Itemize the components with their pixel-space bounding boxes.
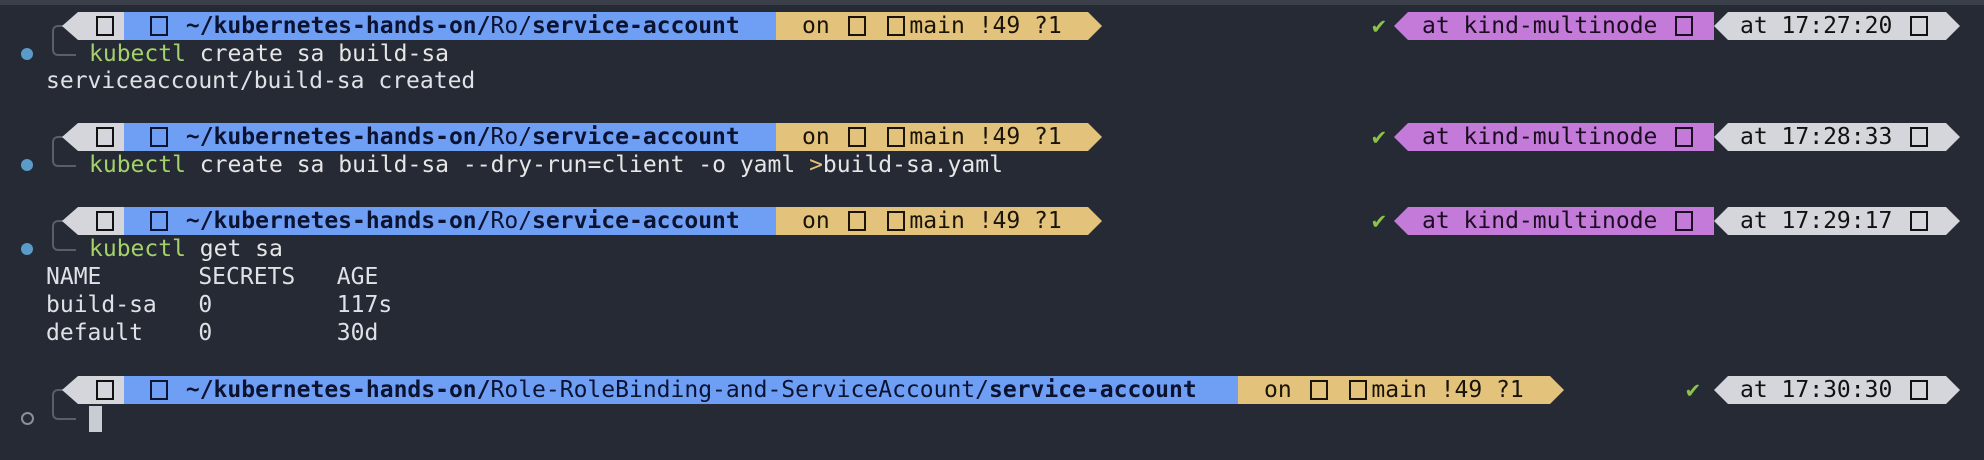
- branch-icon: [887, 211, 906, 231]
- git-arrow: [1550, 376, 1564, 404]
- time-cap: [1714, 376, 1728, 404]
- window-top-border: [0, 0, 1984, 5]
- os-segment-cap: [62, 123, 78, 151]
- os-segment: [78, 12, 124, 40]
- apple-icon: [96, 16, 114, 36]
- command-line-1: kubectl create sa build-sa: [0, 40, 1984, 70]
- prompt-connector: [52, 404, 76, 420]
- path-segment: ~/kubernetes-hands-on/Role-RoleBinding-a…: [124, 376, 1238, 404]
- command-line-2: kubectl create sa build-sa --dry-run=cli…: [0, 151, 1984, 181]
- path-segment: ~/kubernetes-hands-on/Ro/service-account: [124, 123, 776, 151]
- github-icon: [1309, 380, 1328, 400]
- status-ok-icon: ✔: [1686, 377, 1700, 403]
- git-arrow: [1088, 123, 1102, 151]
- kubernetes-icon: [1675, 127, 1694, 147]
- prompt-line-4: ~/kubernetes-hands-on/Role-RoleBinding-a…: [0, 376, 1984, 413]
- clock-icon: [1910, 16, 1929, 36]
- github-icon: [847, 127, 866, 147]
- home-folder-icon: [150, 127, 168, 147]
- table-header: NAME SECRETS AGE: [46, 264, 379, 290]
- kubernetes-icon: [1675, 16, 1694, 36]
- command-line-3: kubectl get sa: [0, 235, 1984, 265]
- prompt-marker-dot: [21, 159, 33, 171]
- git-arrow: [1088, 207, 1102, 235]
- table-row: default 0 30d: [46, 320, 379, 346]
- git-arrow: [1088, 12, 1102, 40]
- os-segment-cap: [62, 207, 78, 235]
- time-segment: at 17:29:17: [1728, 207, 1946, 235]
- table-row: build-sa 0 117s: [46, 292, 393, 318]
- git-segment: on main !49 ?1: [776, 12, 1088, 40]
- kubernetes-icon: [1675, 211, 1694, 231]
- status-ok-icon: ✔: [1372, 124, 1386, 150]
- status-ok-icon: ✔: [1372, 13, 1386, 39]
- branch-icon: [1349, 380, 1368, 400]
- time-cap: [1714, 12, 1728, 40]
- github-icon: [847, 211, 866, 231]
- context-cap: [1394, 123, 1408, 151]
- prompt-marker-dot: [21, 48, 33, 60]
- prompt-line-1: ~/kubernetes-hands-on/Ro/service-account…: [0, 12, 1984, 49]
- time-cap: [1714, 207, 1728, 235]
- os-segment-cap: [62, 376, 78, 404]
- os-segment: [78, 123, 124, 151]
- time-segment: at 17:27:20: [1728, 12, 1946, 40]
- context-cap: [1394, 12, 1408, 40]
- command-text: kubectl create sa build-sa --dry-run=cli…: [89, 152, 1003, 178]
- apple-icon: [96, 211, 114, 231]
- time-segment: at 17:30:30: [1728, 376, 1946, 404]
- os-segment-cap: [62, 12, 78, 40]
- command-text: kubectl get sa: [89, 236, 283, 262]
- kube-context-segment: at kind-multinode: [1408, 207, 1714, 235]
- prompt-connector: [52, 235, 76, 251]
- command-output-line: serviceaccount/build-sa created: [46, 68, 476, 94]
- time-arrow: [1946, 12, 1960, 40]
- prompt-line-3: ~/kubernetes-hands-on/Ro/service-account…: [0, 207, 1984, 244]
- prompt-marker-dot: [21, 243, 33, 255]
- prompt-connector: [52, 151, 76, 167]
- command-text: kubectl create sa build-sa: [89, 41, 450, 67]
- git-segment: on main !49 ?1: [1238, 376, 1550, 404]
- time-arrow: [1946, 376, 1960, 404]
- home-folder-icon: [150, 16, 168, 36]
- apple-icon: [96, 380, 114, 400]
- github-icon: [847, 16, 866, 36]
- path-segment: ~/kubernetes-hands-on/Ro/service-account: [124, 12, 776, 40]
- prompt-connector: [52, 40, 76, 56]
- clock-icon: [1910, 127, 1929, 147]
- home-folder-icon: [150, 211, 168, 231]
- context-cap: [1394, 207, 1408, 235]
- branch-icon: [887, 127, 906, 147]
- os-segment: [78, 376, 124, 404]
- git-segment: on main !49 ?1: [776, 207, 1088, 235]
- time-arrow: [1946, 123, 1960, 151]
- kube-context-segment: at kind-multinode: [1408, 123, 1714, 151]
- clock-icon: [1910, 380, 1929, 400]
- clock-icon: [1910, 211, 1929, 231]
- prompt-line-2: ~/kubernetes-hands-on/Ro/service-account…: [0, 123, 1984, 160]
- apple-icon: [96, 127, 114, 147]
- terminal-cursor[interactable]: [89, 406, 102, 432]
- os-segment: [78, 207, 124, 235]
- kube-context-segment: at kind-multinode: [1408, 12, 1714, 40]
- time-arrow: [1946, 207, 1960, 235]
- time-cap: [1714, 123, 1728, 151]
- status-ok-icon: ✔: [1372, 208, 1386, 234]
- prompt-marker-dot: [21, 412, 34, 425]
- command-line-4[interactable]: [0, 404, 1984, 434]
- path-segment: ~/kubernetes-hands-on/Ro/service-account: [124, 207, 776, 235]
- time-segment: at 17:28:33: [1728, 123, 1946, 151]
- branch-icon: [887, 16, 906, 36]
- git-segment: on main !49 ?1: [776, 123, 1088, 151]
- home-folder-icon: [150, 380, 168, 400]
